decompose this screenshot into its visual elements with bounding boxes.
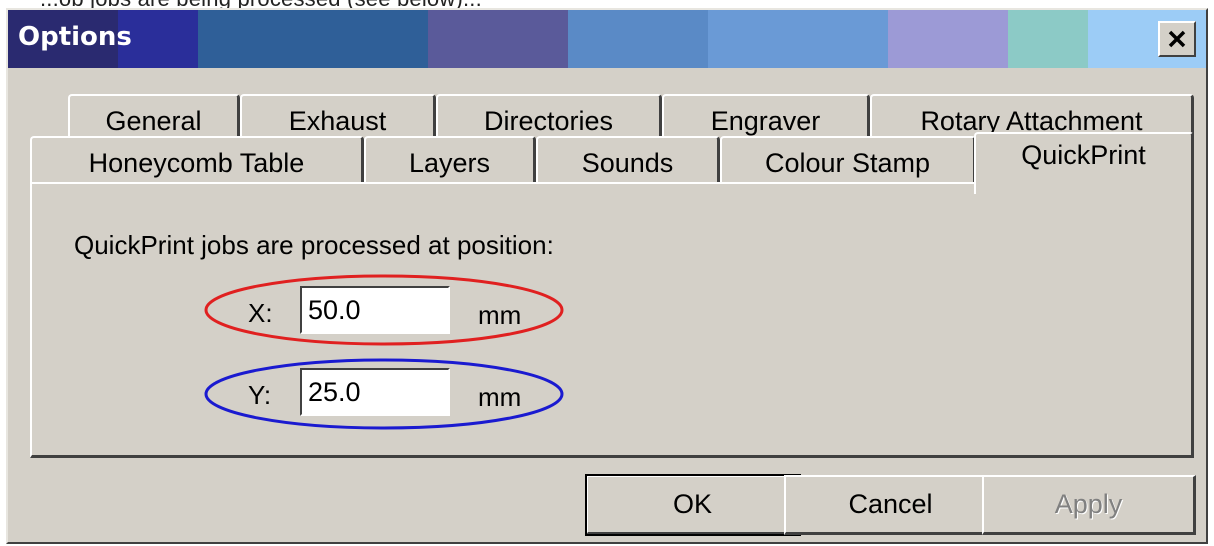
tab-label: Directories [483, 105, 614, 136]
tab-sounds[interactable]: Sounds [536, 136, 720, 188]
ok-label: OK [672, 489, 712, 519]
tab-label: QuickPrint [1021, 140, 1146, 170]
options-dialog: Options General Exhaust Directories Engr… [6, 8, 1208, 544]
tab-label: Sounds [581, 147, 674, 178]
cancel-label: Cancel [848, 489, 933, 519]
apply-label: Apply [1054, 489, 1123, 519]
tab-quickprint[interactable]: QuickPrint [974, 132, 1194, 194]
title-bar[interactable]: Options [8, 10, 1206, 68]
x-label: X: [248, 298, 273, 328]
x-unit: mm [478, 300, 522, 330]
tab-label: Layers [408, 147, 491, 178]
position-description: QuickPrint jobs are processed at positio… [74, 230, 554, 260]
close-icon [1168, 30, 1186, 48]
y-label: Y: [248, 380, 272, 410]
tab-colour-stamp[interactable]: Colour Stamp [720, 136, 976, 188]
y-unit: mm [478, 382, 522, 412]
tab-label: Honeycomb Table [88, 147, 305, 178]
ok-button[interactable]: OK [585, 474, 801, 536]
tab-label: General [105, 105, 202, 136]
apply-button[interactable]: Apply [982, 475, 1196, 535]
close-button[interactable] [1158, 21, 1196, 57]
y-position-input[interactable] [300, 368, 450, 416]
tab-label: Engraver [710, 105, 821, 136]
tab-label: Colour Stamp [764, 147, 931, 178]
quickprint-panel: QuickPrint jobs are processed at positio… [30, 182, 1194, 458]
tab-honeycomb-table[interactable]: Honeycomb Table [30, 136, 364, 188]
x-position-input[interactable] [300, 286, 450, 334]
tab-label: Exhaust [288, 105, 387, 136]
window-title: Options [18, 22, 132, 52]
cancel-button[interactable]: Cancel [784, 475, 998, 535]
tab-layers[interactable]: Layers [364, 136, 536, 188]
